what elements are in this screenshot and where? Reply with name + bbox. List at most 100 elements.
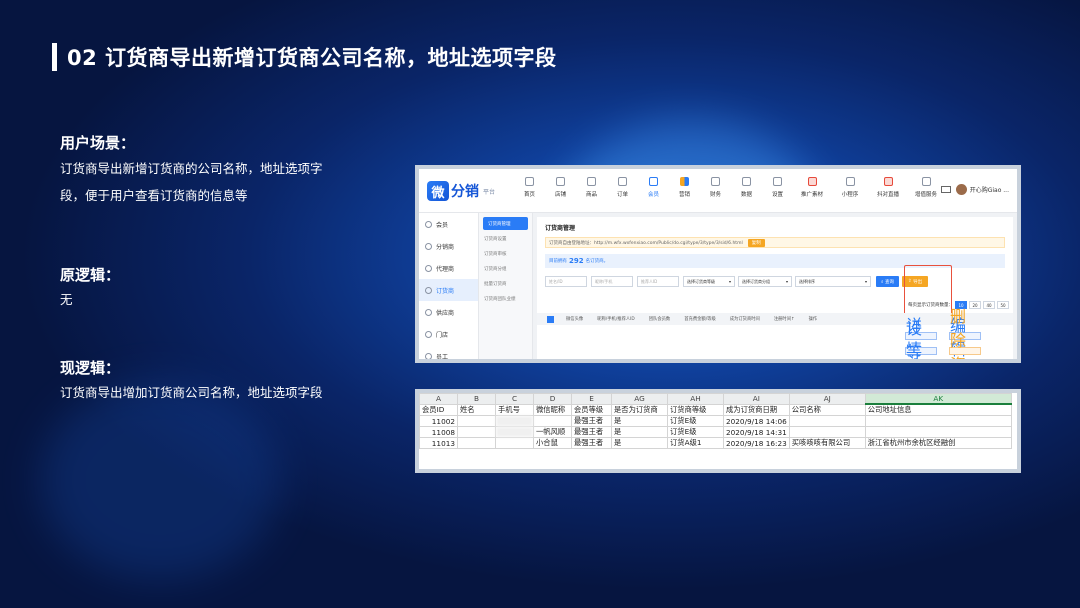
nav-live[interactable]: 抖对直播 xyxy=(870,177,906,198)
cell[interactable] xyxy=(864,426,1012,438)
sidebar-item-ordering-dealers[interactable]: 订货商 xyxy=(419,279,478,301)
select-all-checkbox[interactable] xyxy=(547,315,554,323)
name-id-input[interactable]: 姓名/ID xyxy=(545,276,587,287)
header-cell[interactable]: 手机号 xyxy=(495,403,534,416)
header-cell[interactable]: 会员ID xyxy=(419,403,458,416)
cell[interactable] xyxy=(457,437,496,449)
subnav-team-performance[interactable]: 订货商团队业绩 xyxy=(479,292,532,305)
cell-redacted[interactable] xyxy=(495,426,534,438)
page-size-label: 每页显示订货商数量： xyxy=(908,303,953,308)
sidebar-item-staff[interactable]: 员工 xyxy=(419,345,478,359)
cell[interactable]: 2020/9/18 14:06 xyxy=(723,415,790,427)
header-cell[interactable]: 会员等级 xyxy=(571,403,612,416)
cell[interactable] xyxy=(533,415,572,427)
cell[interactable] xyxy=(495,437,534,449)
column-letter[interactable]: AJ xyxy=(788,393,866,405)
live-icon xyxy=(883,177,893,186)
nav-value-added[interactable]: 增值服务 xyxy=(908,177,944,198)
cell[interactable]: 是 xyxy=(611,426,668,438)
nav-data[interactable]: 数据 xyxy=(732,177,761,198)
nav-marketing[interactable]: 营销 xyxy=(670,177,699,198)
column-letter[interactable]: AG xyxy=(611,393,668,405)
nickname-phone-input[interactable]: 昵称/手机 xyxy=(591,276,633,287)
nav-home[interactable]: 首页 xyxy=(515,177,544,198)
cell[interactable] xyxy=(788,426,866,438)
dealer-group-select[interactable]: 选择订货商分组 ▾ xyxy=(738,276,792,287)
cell[interactable]: 买咳咳咳有限公司 xyxy=(788,437,866,449)
cell[interactable]: 2020/9/18 14:31 xyxy=(723,426,790,438)
cell[interactable]: 订货A级1 xyxy=(667,437,724,449)
select-label: 选择排序 xyxy=(799,278,815,284)
page-size-option[interactable]: 50 xyxy=(997,301,1009,309)
header-cell[interactable]: 姓名 xyxy=(457,403,496,416)
column-letter[interactable]: AI xyxy=(723,393,790,405)
cell[interactable]: 是 xyxy=(611,437,668,449)
sidebar-item-members[interactable]: 会员 xyxy=(419,213,478,235)
page-size-option[interactable]: 40 xyxy=(983,301,995,309)
cell[interactable]: 11013 xyxy=(419,437,458,449)
header-cell[interactable]: 公司名称 xyxy=(788,403,866,416)
sidebar-item-agents[interactable]: 代理商 xyxy=(419,257,478,279)
column-letter[interactable]: C xyxy=(495,393,534,405)
nav-settings[interactable]: 设置 xyxy=(763,177,792,198)
sidebar-item-suppliers[interactable]: 供应商 xyxy=(419,301,478,323)
user-icon xyxy=(425,242,432,250)
logo-sub: 平台 xyxy=(483,188,496,196)
header-cell[interactable]: 是否为订货商 xyxy=(611,403,668,416)
dealer-level-select[interactable]: 选择订货商等级 ▾ xyxy=(683,276,735,287)
mail-icon[interactable] xyxy=(940,186,951,193)
user-icon xyxy=(425,352,432,359)
header-cell[interactable]: 成为订货商日期 xyxy=(723,403,790,416)
remove-qualification-button[interactable]: 删除资质 xyxy=(949,307,981,359)
header-cell[interactable]: 微信昵称 xyxy=(533,403,572,416)
nav-shop[interactable]: 店铺 xyxy=(546,177,575,198)
column-letter[interactable]: B xyxy=(457,393,496,405)
cell[interactable]: 是 xyxy=(611,415,668,427)
cell[interactable]: 浙江省杭州市余杭区经融创 xyxy=(864,437,1012,449)
nav-members[interactable]: 会员 xyxy=(639,177,668,198)
cell[interactable]: 最强王者 xyxy=(571,426,612,438)
sort-select[interactable]: 选择排序 ▾ xyxy=(795,276,871,287)
cell[interactable] xyxy=(457,415,496,427)
column-letter[interactable]: AH xyxy=(667,393,724,405)
column-letter[interactable]: E xyxy=(571,393,612,405)
column-letter[interactable]: D xyxy=(533,393,572,405)
subnav-batch-dealers[interactable]: 批量订货商 xyxy=(479,277,532,290)
nav-goods[interactable]: 商品 xyxy=(577,177,606,198)
nav-promo-material[interactable]: 推广素材 xyxy=(794,177,830,198)
cell[interactable] xyxy=(864,415,1012,427)
cell[interactable]: 订货E级 xyxy=(667,415,724,427)
sidebar-item-distributors[interactable]: 分销商 xyxy=(419,235,478,257)
sidebar-item-label: 会员 xyxy=(436,221,449,229)
app-logo[interactable]: 微 分销 平台 xyxy=(427,181,495,201)
subnav-dealer-settings[interactable]: 订货商设置 xyxy=(479,232,532,245)
cell[interactable] xyxy=(788,415,866,427)
cell[interactable]: 订货E级 xyxy=(667,426,724,438)
cell[interactable]: 11002 xyxy=(419,415,458,427)
sidebar-item-stores[interactable]: 门店 xyxy=(419,323,478,345)
nav-orders[interactable]: 订单 xyxy=(608,177,637,198)
cell[interactable]: 11008 xyxy=(419,426,458,438)
search-button[interactable]: ⌕ 查询 xyxy=(876,276,899,287)
cell[interactable]: 小合鼠 xyxy=(533,437,572,449)
column-letter-selected[interactable]: AK xyxy=(864,393,1012,405)
subnav-dealer-management[interactable]: 订货商管理 xyxy=(483,217,528,230)
cell[interactable]: 最强王者 xyxy=(571,437,612,449)
cell-redacted[interactable] xyxy=(495,415,534,427)
subnav-dealer-groups[interactable]: 订货商分组 xyxy=(479,262,532,275)
cell[interactable] xyxy=(457,426,496,438)
set-level-button[interactable]: 设等级 xyxy=(905,319,937,359)
column-header: 微信头像 xyxy=(566,317,584,322)
cell[interactable]: 最强王者 xyxy=(571,415,612,427)
subnav-dealer-review[interactable]: 订货商审核 xyxy=(479,247,532,260)
header-cell[interactable]: 订货商等级 xyxy=(667,403,724,416)
cell[interactable]: 2020/9/18 16:23 xyxy=(723,437,790,449)
column-letter[interactable]: A xyxy=(419,393,458,405)
cell[interactable]: 一帆风顺 xyxy=(533,426,572,438)
copy-link-button[interactable]: 复制 xyxy=(747,238,765,247)
header-cell[interactable]: 公司地址信息 xyxy=(864,403,1012,416)
referrer-id-input[interactable]: 推荐人ID xyxy=(637,276,679,287)
nav-miniprogram[interactable]: 小程序 xyxy=(832,177,868,198)
user-menu[interactable]: 开心购Giao ... xyxy=(940,184,1009,195)
nav-finance[interactable]: 财务 xyxy=(701,177,730,198)
